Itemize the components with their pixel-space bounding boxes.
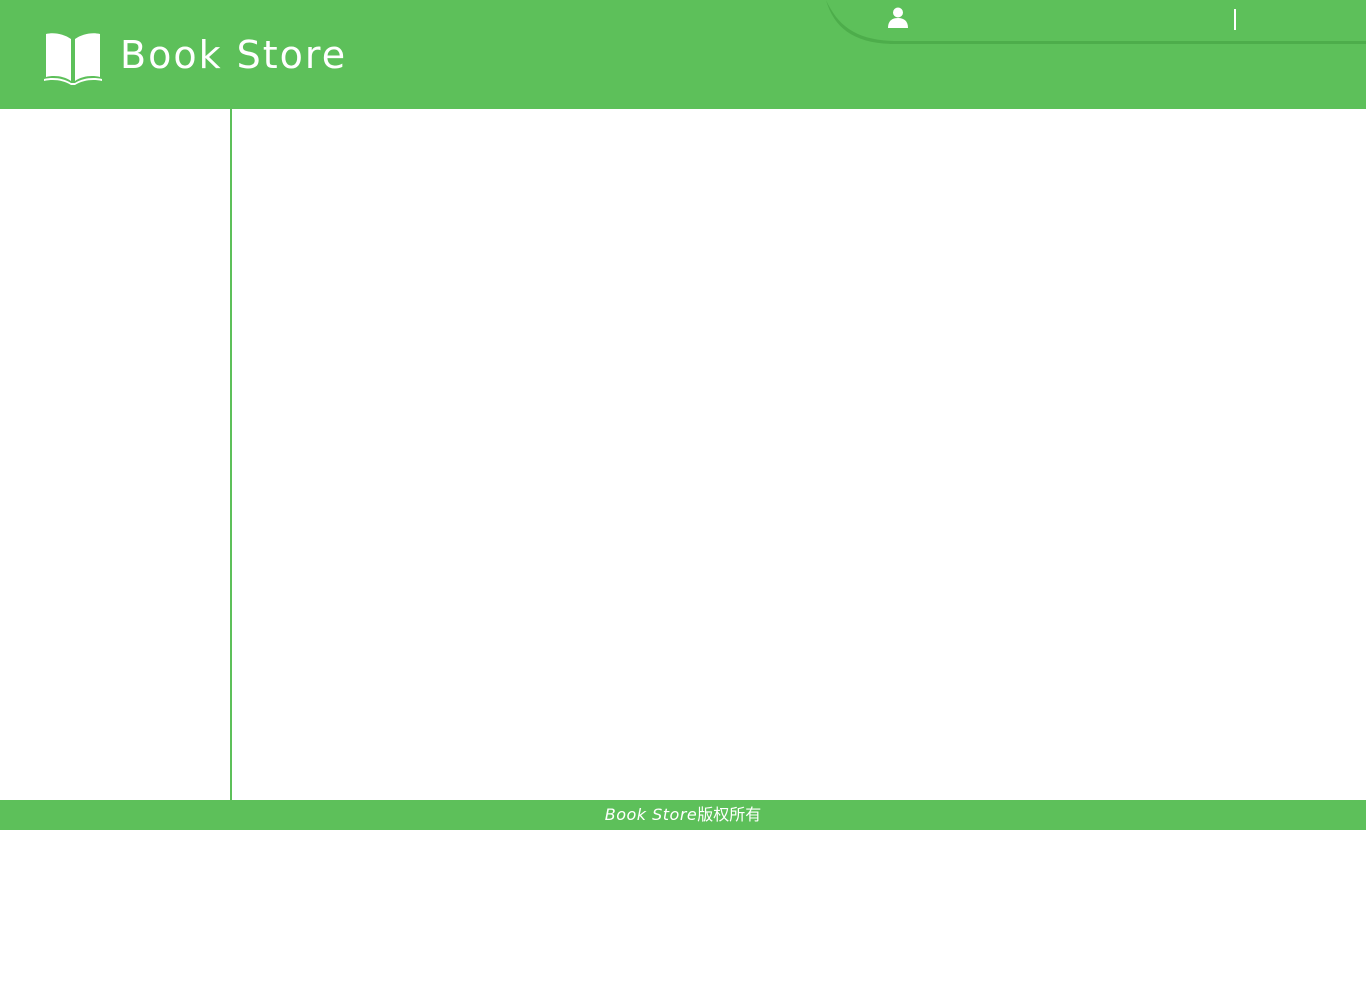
logo[interactable]: Book Store (44, 30, 347, 86)
user-icon[interactable] (888, 7, 908, 28)
user-bar-divider (1234, 9, 1236, 30)
sidebar (0, 109, 230, 800)
logo-text: Book Store (120, 33, 348, 77)
user-bar (826, 0, 1366, 44)
footer-brand: Book Store (604, 805, 698, 824)
main-content (232, 109, 1366, 800)
footer-copyright: 版权所有 (697, 805, 762, 824)
header: Book Store (0, 0, 1366, 109)
open-book-icon (44, 33, 102, 85)
footer: Book Store版权所有 (0, 800, 1366, 830)
